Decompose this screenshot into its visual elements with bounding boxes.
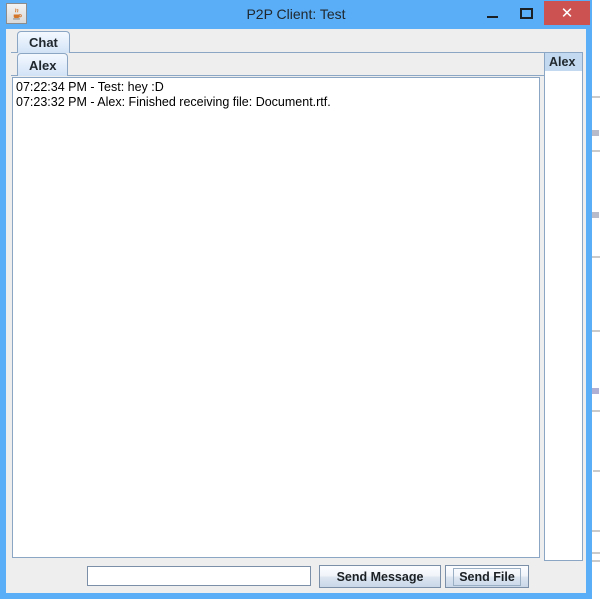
client-area: Chat Alex 07:22:34 PM - Test: hey :D 07:… bbox=[6, 29, 586, 593]
user-list-item-label: Alex bbox=[549, 55, 576, 69]
close-icon: ✕ bbox=[560, 3, 574, 22]
inner-tab-strip bbox=[11, 53, 583, 76]
minimize-icon bbox=[486, 15, 498, 18]
chat-tabbed-pane: Alex 07:22:34 PM - Test: hey :D 07:23:32… bbox=[11, 53, 583, 561]
chat-message: 07:22:34 PM - Test: hey :D bbox=[16, 80, 164, 94]
tab-chat-label: Chat bbox=[29, 35, 58, 50]
user-list[interactable]: Alex bbox=[544, 53, 583, 561]
send-file-label: Send File bbox=[453, 567, 521, 586]
outer-tab-bar: Chat bbox=[11, 31, 583, 53]
chat-tab-content: 07:22:34 PM - Test: hey :D 07:23:32 PM -… bbox=[11, 53, 583, 561]
send-file-button[interactable]: Send File bbox=[445, 565, 529, 588]
chat-message: 07:23:32 PM - Alex: Finished receiving f… bbox=[16, 95, 331, 109]
outer-tab-strip bbox=[11, 31, 583, 53]
close-button[interactable]: ✕ bbox=[544, 1, 590, 25]
maximize-icon bbox=[519, 7, 533, 19]
minimize-button[interactable] bbox=[478, 0, 506, 26]
maximize-button[interactable] bbox=[512, 0, 540, 26]
application-window: P2P Client: Test ✕ Chat Alex 07:22:34 PM bbox=[0, 0, 592, 599]
tab-alex[interactable]: Alex bbox=[17, 53, 69, 76]
send-message-button[interactable]: Send Message bbox=[319, 565, 441, 588]
message-input[interactable] bbox=[87, 566, 311, 586]
message-toolbar: Send Message Send File bbox=[11, 564, 583, 590]
chat-log[interactable]: 07:22:34 PM - Test: hey :D 07:23:32 PM -… bbox=[12, 77, 540, 558]
list-item[interactable]: Alex bbox=[545, 53, 582, 71]
tab-chat[interactable]: Chat bbox=[17, 31, 70, 53]
title-bar[interactable]: P2P Client: Test ✕ bbox=[0, 0, 592, 29]
tab-alex-label: Alex bbox=[29, 57, 57, 73]
send-message-label: Send Message bbox=[336, 569, 424, 584]
